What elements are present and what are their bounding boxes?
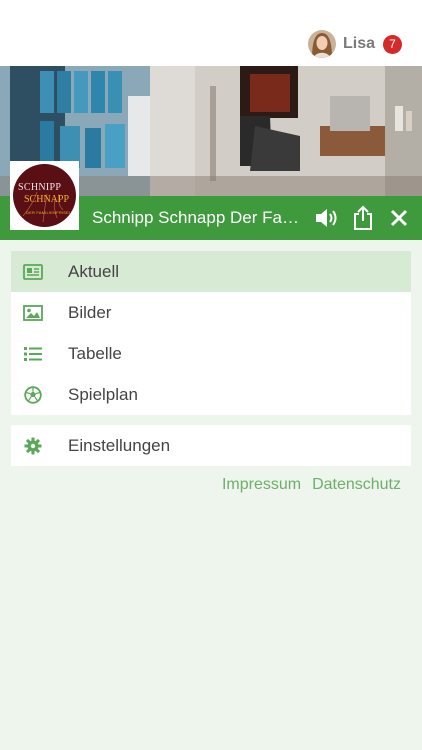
logo-text-3: DER FAMILIENFRISEUR (26, 210, 76, 215)
logo-text-2: SCHNAPP (24, 194, 70, 205)
club-title: Schnipp Schnapp Der Familienfriseur (92, 208, 302, 227)
menu-label: Aktuell (68, 261, 120, 281)
share-button[interactable] (347, 202, 379, 234)
user-profile[interactable]: Lisa 7 (307, 29, 402, 59)
menu-label: Tabelle (68, 343, 122, 363)
user-name[interactable]: Lisa (343, 35, 375, 53)
menu-label: Spielplan (68, 384, 138, 404)
image-icon (23, 303, 43, 323)
menu-label: Einstellungen (68, 435, 171, 455)
menu-item-spielplan[interactable]: Spielplan (11, 374, 411, 415)
close-icon (390, 209, 408, 227)
impressum-link[interactable]: Impressum (222, 476, 301, 494)
main-menu: Aktuell Bilder Tabelle Spielplan (11, 251, 411, 415)
soccer-ball-icon (23, 385, 43, 405)
footer-links: Impressum Datenschutz (222, 476, 401, 494)
logo-text-1: SCHNIPP (18, 182, 62, 193)
gear-icon (23, 436, 43, 456)
menu-item-aktuell[interactable]: Aktuell (11, 251, 411, 292)
notification-badge[interactable]: 7 (383, 34, 402, 54)
share-icon (354, 205, 372, 230)
datenschutz-link[interactable]: Datenschutz (312, 476, 401, 494)
menu-item-tabelle[interactable]: Tabelle (11, 333, 411, 374)
close-button[interactable] (383, 202, 415, 234)
menu-item-einstellungen[interactable]: Einstellungen (11, 425, 411, 466)
avatar[interactable] (307, 30, 336, 58)
newspaper-icon (23, 262, 43, 282)
top-bar: Lisa 7 (0, 0, 422, 66)
club-logo-emblem: SCHNIPP SCHNAPP DER FAMILIENFRISEUR (13, 164, 76, 227)
club-logo: SCHNIPP SCHNAPP DER FAMILIENFRISEUR (10, 161, 79, 230)
speaker-button[interactable] (311, 202, 343, 234)
menu-label: Bilder (68, 302, 112, 322)
menu-item-bilder[interactable]: Bilder (11, 292, 411, 333)
list-icon (23, 344, 43, 364)
settings-section: Einstellungen (11, 425, 411, 466)
speaker-icon (316, 209, 337, 227)
